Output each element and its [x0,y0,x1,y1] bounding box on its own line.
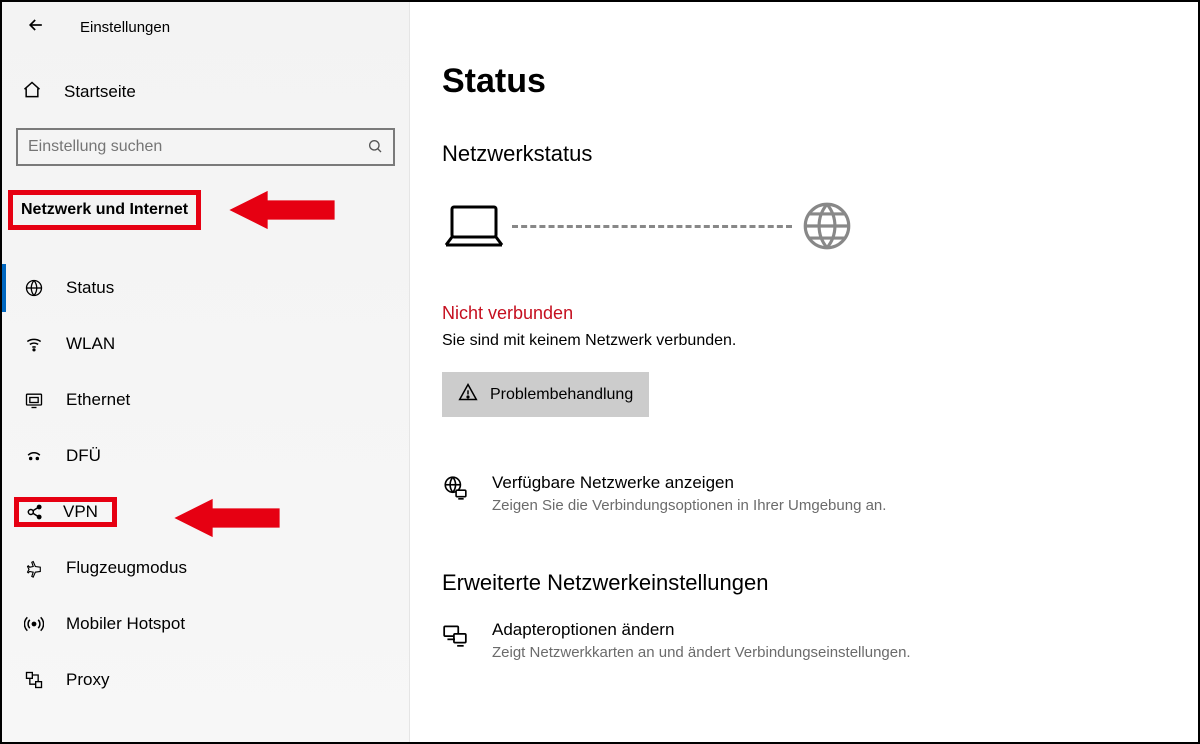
wifi-icon [22,334,46,354]
nav-item-ethernet[interactable]: Ethernet [16,376,395,424]
adapter-options[interactable]: Adapteroptionen ändern Zeigt Netzwerkkar… [442,620,1174,661]
nav-label: Flugzeugmodus [66,558,187,578]
nav-item-dialup[interactable]: DFÜ [16,432,395,480]
nav-item-wlan[interactable]: WLAN [16,320,395,368]
troubleshoot-button[interactable]: Problembehandlung [442,372,649,417]
search-input-container[interactable] [16,128,395,166]
network-diagram [442,197,1174,255]
nav-item-status[interactable]: Status [2,264,395,312]
nav-label: Proxy [66,670,109,690]
category-label: Netzwerk und Internet [21,201,188,218]
annotation-arrow-2 [172,496,282,540]
available-networks-option[interactable]: Verfügbare Netzwerke anzeigen Zeigen Sie… [442,473,1174,514]
warning-icon [458,382,478,407]
airplane-icon [22,558,46,578]
search-icon [367,138,383,157]
not-connected-desc: Sie sind mit keinem Netzwerk verbunden. [442,332,1174,350]
nav-label: DFÜ [66,446,101,466]
annotation-arrow-1 [227,188,337,232]
globe-icon-large [798,197,856,255]
back-button[interactable] [16,15,56,40]
proxy-icon [22,670,46,690]
adapter-icon [442,620,470,648]
sidebar: Einstellungen Startseite Netzwerk und In… [2,2,410,742]
nav-label: WLAN [66,334,115,354]
app-title: Einstellungen [80,19,170,36]
adapter-options-title: Adapteroptionen ändern [492,620,911,640]
advanced-settings-heading: Erweiterte Netzwerkeinstellungen [442,570,1174,596]
vpn-icon [23,502,47,522]
nav-label: Ethernet [66,390,130,410]
connection-line [512,225,792,228]
home-nav[interactable]: Startseite [16,68,395,116]
nav-list: Status WLAN Ethernet DFÜ [16,264,395,704]
nav-item-vpn[interactable]: VPN [14,497,117,527]
globe-monitor-icon [442,473,470,501]
laptop-icon [442,201,506,251]
nav-item-airplane[interactable]: Flugzeugmodus [16,544,395,592]
available-networks-title: Verfügbare Netzwerke anzeigen [492,473,886,493]
troubleshoot-label: Problembehandlung [490,386,633,404]
not-connected-label: Nicht verbunden [442,303,1174,324]
network-status-heading: Netzwerkstatus [442,141,1174,167]
home-icon [22,80,42,105]
main-content: Status Netzwerkstatus Nicht verbunden Si… [410,2,1198,742]
home-label: Startseite [64,82,136,102]
available-networks-desc: Zeigen Sie die Verbindungsoptionen in Ih… [492,497,886,514]
nav-label: Mobiler Hotspot [66,614,185,634]
nav-label: Status [66,278,114,298]
ethernet-icon [22,390,46,410]
adapter-options-desc: Zeigt Netzwerkkarten an und ändert Verbi… [492,644,911,661]
globe-icon [22,278,46,298]
nav-item-proxy[interactable]: Proxy [16,656,395,704]
page-title: Status [442,62,1174,101]
nav-item-hotspot[interactable]: Mobiler Hotspot [16,600,395,648]
search-input[interactable] [28,138,348,156]
hotspot-icon [22,614,46,634]
dialup-icon [22,446,46,466]
category-highlight: Netzwerk und Internet [8,190,201,230]
nav-label: VPN [63,502,98,522]
arrow-left-icon [26,15,46,35]
